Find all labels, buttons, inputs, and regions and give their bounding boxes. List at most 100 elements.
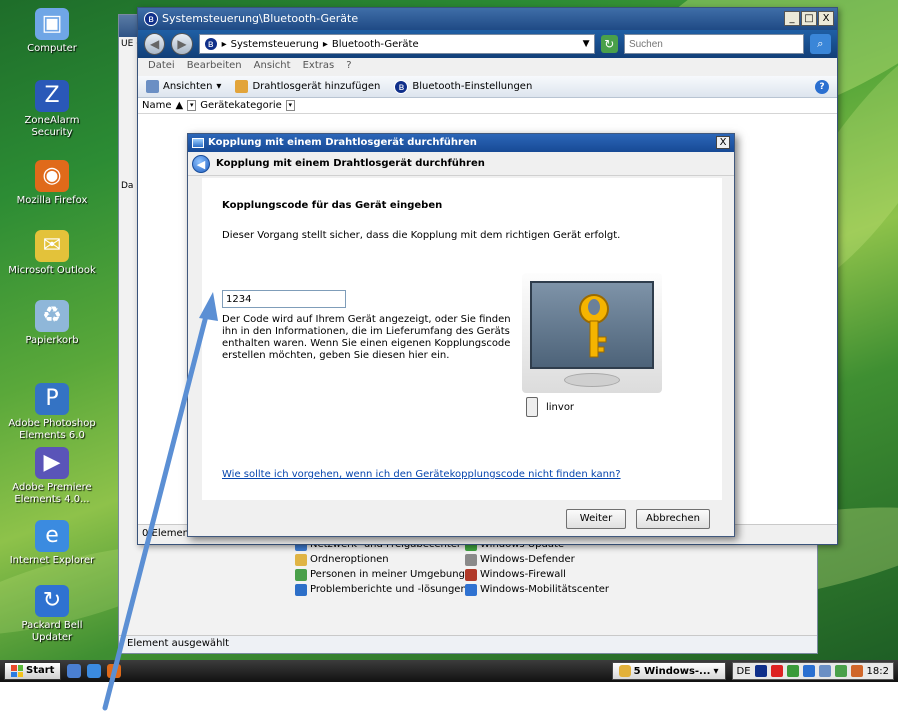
add-device-label: Drahtlosgerät hinzufügen	[252, 81, 381, 92]
back-button[interactable]: ◀	[144, 33, 166, 55]
breadcrumb-item-control-panel[interactable]: Systemsteuerung	[231, 39, 319, 50]
volume-tray-icon[interactable]	[850, 665, 863, 677]
pairing-code-input[interactable]	[222, 290, 346, 308]
control-panel-item[interactable]: Windows-Defender	[465, 552, 609, 567]
clock: 18:2	[866, 665, 889, 677]
minimize-button[interactable]: _	[784, 11, 800, 26]
control-panel-item[interactable]: Personen in meiner Umgebung	[295, 567, 467, 582]
search-input[interactable]	[623, 34, 804, 54]
firefox-icon[interactable]	[107, 664, 122, 678]
desktop-icon-label: ZoneAlarm Security	[24, 115, 80, 138]
control-panel-item[interactable]: Windows-Firewall	[465, 567, 609, 582]
desktop-icon-internet-explorer[interactable]: e Internet Explorer	[4, 520, 100, 567]
dialog-close-button[interactable]: X	[716, 136, 730, 149]
add-wireless-device-button[interactable]: Drahtlosgerät hinzufügen	[235, 80, 380, 93]
refresh-button[interactable]: ↻	[600, 35, 618, 53]
photoshop-icon: P	[35, 383, 69, 415]
column-header: Name ▲ ▾ Gerätekategorie ▾	[138, 98, 837, 114]
start-label: Start	[26, 665, 55, 676]
menu-help[interactable]: ?	[346, 60, 351, 74]
internet-explorer-icon[interactable]	[87, 664, 102, 678]
column-category-dropdown[interactable]: ▾	[285, 100, 295, 111]
show-desktop-icon[interactable]	[67, 664, 82, 678]
column-name[interactable]: Name	[142, 100, 172, 111]
bluetooth-tray-icon[interactable]	[754, 665, 767, 677]
address-field[interactable]: ʙ ▸ Systemsteuerung ▸ Bluetooth-Geräte ▼	[198, 34, 595, 54]
control-panel-item[interactable]: Windows-Mobilitätscenter	[465, 582, 609, 597]
tray-icon[interactable]	[818, 665, 831, 677]
folder-icon	[618, 665, 631, 677]
desktop-icon-photoshop[interactable]: P Adobe Photoshop Elements 6.0	[4, 383, 100, 442]
firefox-icon: ◉	[35, 160, 69, 192]
security-tray-icon[interactable]	[770, 665, 783, 677]
cancel-button[interactable]: Abbrechen	[636, 509, 710, 529]
dialog-header: ◀ Kopplung mit einem Drahtlosgerät durch…	[188, 152, 734, 176]
folder-options-icon	[295, 553, 307, 566]
control-panel-item-label: Windows-Defender	[480, 554, 575, 565]
next-button[interactable]: Weiter	[566, 509, 626, 529]
toolbar: Ansichten ▾ Drahtlosgerät hinzufügen ʙ B…	[138, 76, 837, 98]
forward-button[interactable]: ▶	[171, 33, 193, 55]
computer-icon: ▣	[35, 8, 69, 40]
menu-datei[interactable]: Datei	[148, 60, 175, 74]
help-icon[interactable]: ?	[815, 79, 829, 94]
start-button[interactable]: Start	[4, 662, 62, 680]
key-icon	[579, 294, 609, 358]
system-tray: DE 18:2	[731, 662, 894, 680]
internet-explorer-icon: e	[35, 520, 69, 552]
breadcrumb-separator: ▸	[322, 38, 328, 50]
menu-extras[interactable]: Extras	[303, 60, 335, 74]
taskbar-group-label: 5 Windows-...	[633, 665, 711, 677]
updater-icon: ↻	[35, 585, 69, 617]
views-icon	[146, 80, 159, 93]
bluetooth-icon: ʙ	[203, 37, 218, 51]
menu-bearbeiten[interactable]: Bearbeiten	[187, 60, 242, 74]
add-device-icon	[235, 80, 249, 93]
control-panel-item[interactable]: Problemberichte und -lösungen	[295, 582, 467, 597]
control-panel-item[interactable]: Ordneroptionen	[295, 552, 467, 567]
sort-up-icon[interactable]: ▲	[176, 100, 184, 111]
tray-icon[interactable]	[834, 665, 847, 677]
menu-bar: Datei Bearbeiten Ansicht Extras ?	[138, 58, 837, 76]
desktop-icon-premiere[interactable]: ▶ Adobe Premiere Elements 4.0...	[4, 447, 100, 506]
desktop-icon-label: Microsoft Outlook	[8, 265, 96, 276]
desktop-icon-label: Adobe Photoshop Elements 6.0	[8, 418, 96, 441]
menu-ansicht[interactable]: Ansicht	[254, 60, 291, 74]
taskbar-group-button[interactable]: 5 Windows-... ▾	[611, 662, 726, 680]
chevron-down-icon[interactable]: ▼	[583, 39, 590, 49]
people-icon	[295, 568, 307, 581]
windows-logo-icon	[11, 665, 23, 677]
pairing-help-text: Der Code wird auf Ihrem Gerät angezeigt,…	[222, 314, 511, 361]
desktop-icon-zonealarm[interactable]: Z ZoneAlarm Security	[4, 80, 100, 139]
desktop-icon-outlook[interactable]: ✉ Microsoft Outlook	[4, 230, 100, 277]
close-button[interactable]: X	[818, 11, 834, 26]
screen	[530, 281, 654, 369]
firewall-icon	[465, 568, 477, 581]
outlook-icon: ✉	[35, 230, 69, 262]
column-name-dropdown[interactable]: ▾	[187, 100, 197, 111]
control-panel-item-label: Ordneroptionen	[310, 554, 389, 565]
device-icon	[526, 397, 538, 417]
search-icon[interactable]: ⌕	[809, 34, 831, 54]
bluetooth-settings-button[interactable]: ʙ Bluetooth-Einstellungen	[394, 79, 532, 94]
monitor-icon	[522, 273, 662, 393]
desktop-icon-updater[interactable]: ↻ Packard Bell Updater	[4, 585, 100, 644]
display-tray-icon[interactable]	[802, 665, 815, 677]
back-window-status: Element ausgewählt	[119, 635, 817, 653]
help-link[interactable]: Wie sollte ich vorgehen, wenn ich den Ge…	[222, 469, 621, 480]
desktop-icon-computer[interactable]: ▣ Computer	[4, 8, 100, 55]
back-arrow-icon[interactable]: ◀	[192, 154, 210, 173]
desktop-icon-firefox[interactable]: ◉ Mozilla Firefox	[4, 160, 100, 207]
breadcrumb-item-bluetooth[interactable]: Bluetooth-Geräte	[332, 39, 419, 50]
maximize-button[interactable]: □	[801, 11, 817, 26]
desktop-icon-recycle-bin[interactable]: ♻ Papierkorb	[4, 300, 100, 347]
bluetooth-icon: ʙ	[394, 79, 409, 94]
control-panel-item-label: Windows-Firewall	[480, 569, 566, 580]
desktop-icon-label: Computer	[27, 43, 77, 54]
device-image: linvor	[522, 273, 662, 433]
views-button[interactable]: Ansichten ▾	[146, 80, 221, 93]
pairing-dialog: Kopplung mit einem Drahtlosgerät durchfü…	[187, 133, 735, 537]
column-category[interactable]: Gerätekategorie	[200, 100, 282, 111]
network-tray-icon[interactable]	[786, 665, 799, 677]
language-indicator[interactable]: DE	[737, 666, 751, 677]
